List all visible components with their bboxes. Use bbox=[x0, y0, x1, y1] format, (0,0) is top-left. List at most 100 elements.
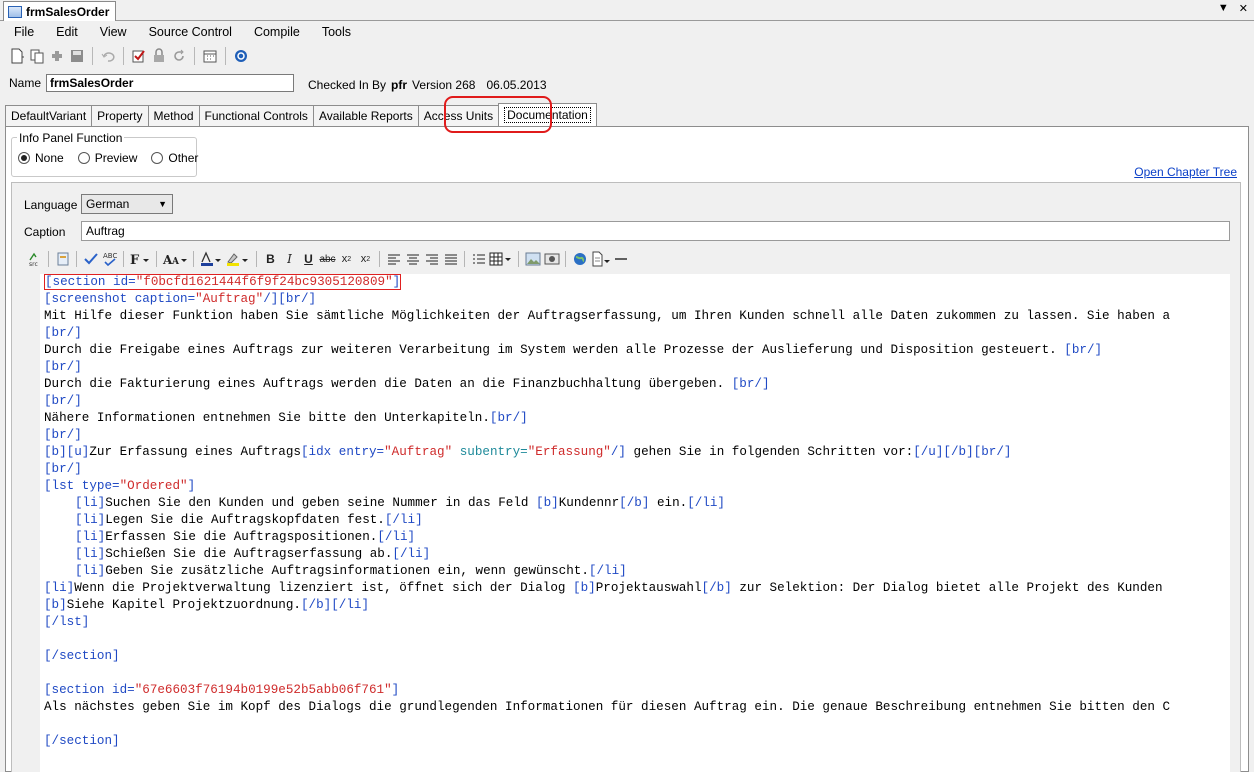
align-right-icon[interactable] bbox=[423, 250, 440, 268]
language-select[interactable]: German ▼ bbox=[81, 194, 173, 214]
insert-document-icon[interactable] bbox=[590, 250, 610, 268]
code-line: [br/] bbox=[44, 462, 82, 476]
code-line: Mit Hilfe dieser Funktion haben Sie sämt… bbox=[44, 309, 1171, 323]
language-label: Language bbox=[24, 198, 78, 212]
toolbar-separator bbox=[225, 47, 226, 65]
refresh-icon[interactable] bbox=[232, 47, 250, 65]
font-family-icon[interactable]: F bbox=[129, 250, 151, 268]
svg-text:F: F bbox=[130, 253, 140, 267]
strikethrough-icon[interactable]: abc bbox=[319, 250, 336, 268]
check-in-info: Checked In By pfr Version 268 06.05.2013 bbox=[308, 78, 547, 92]
code-line: [br/] bbox=[44, 360, 82, 374]
caption-label: Caption bbox=[24, 225, 66, 239]
code-line: [lst type="Ordered"] bbox=[44, 479, 196, 493]
checkin-date: 06.05.2013 bbox=[486, 78, 547, 92]
version-label: Version 268 bbox=[412, 78, 476, 92]
chevron-down-icon: ▼ bbox=[158, 199, 167, 209]
globe-icon[interactable] bbox=[571, 250, 588, 268]
new-document-icon[interactable] bbox=[8, 47, 26, 65]
lock-icon[interactable] bbox=[150, 47, 168, 65]
radio-preview[interactable]: Preview bbox=[77, 151, 137, 165]
code-line: [section id="67e6603f76194b0199e52b5abb0… bbox=[44, 683, 400, 697]
tab-property[interactable]: Property bbox=[91, 105, 149, 126]
code-line: [li]Wenn die Projektverwaltung lizenzier… bbox=[44, 581, 1163, 595]
code-line: [/lst] bbox=[44, 615, 90, 629]
bold-icon[interactable]: B bbox=[262, 250, 279, 268]
revert-icon[interactable] bbox=[170, 47, 188, 65]
radio-button-selected[interactable] bbox=[18, 152, 30, 164]
tab-dropdown-icon[interactable]: ▼ bbox=[1218, 2, 1229, 15]
code-line: [li]Geben Sie zusätzliche Auftragsinform… bbox=[75, 564, 627, 578]
close-icon[interactable]: ✕ bbox=[1239, 2, 1248, 15]
code-line: [br/] bbox=[44, 394, 82, 408]
tab-functional-controls[interactable]: Functional Controls bbox=[198, 105, 314, 126]
checked-in-user: pfr bbox=[391, 78, 408, 92]
check-in-icon[interactable] bbox=[130, 47, 148, 65]
code-line: [br/] bbox=[44, 326, 82, 340]
name-label: Name bbox=[9, 76, 42, 90]
calendar-icon[interactable] bbox=[201, 47, 219, 65]
code-line: [section id="f0bcfd1621444f6f9f24bc93051… bbox=[44, 274, 402, 291]
code-line: [b]Siehe Kapitel Projektzuordnung.[/b][/… bbox=[44, 598, 370, 612]
toolbar-separator bbox=[92, 47, 93, 65]
menu-edit[interactable]: Edit bbox=[44, 25, 88, 39]
tab-default-variant[interactable]: DefaultVariant bbox=[5, 105, 93, 126]
align-center-icon[interactable] bbox=[404, 250, 421, 268]
toolbar-separator bbox=[194, 47, 195, 65]
code-line: [li]Suchen Sie den Kunden und geben sein… bbox=[75, 496, 725, 510]
highlight-color-icon[interactable] bbox=[225, 250, 251, 268]
font-color-icon[interactable] bbox=[199, 250, 223, 268]
code-line: [li]Erfassen Sie die Auftragspositionen.… bbox=[75, 530, 416, 544]
menu-file[interactable]: File bbox=[0, 25, 44, 39]
undo-icon[interactable] bbox=[99, 47, 117, 65]
radio-other[interactable]: Other bbox=[151, 151, 198, 165]
code-line: Durch die Freigabe eines Auftrags zur we… bbox=[44, 343, 1103, 357]
screenshot-icon[interactable] bbox=[543, 250, 560, 268]
menu-bar: File Edit View Source Control Compile To… bbox=[0, 21, 1254, 42]
tab-method[interactable]: Method bbox=[147, 105, 200, 126]
checked-in-by-label: Checked In By bbox=[308, 78, 387, 92]
table-icon[interactable] bbox=[489, 250, 513, 268]
source-code-icon[interactable]: src bbox=[26, 250, 43, 268]
image-icon[interactable] bbox=[524, 250, 541, 268]
menu-compile[interactable]: Compile bbox=[242, 25, 310, 39]
menu-source-control[interactable]: Source Control bbox=[137, 25, 242, 39]
italic-icon[interactable]: I bbox=[281, 250, 298, 268]
code-line: [b][u]Zur Erfassung eines Auftrags[idx e… bbox=[44, 445, 1012, 459]
code-line: [/section] bbox=[44, 734, 120, 748]
info-panel-options: None Preview Other bbox=[18, 151, 198, 165]
menu-view[interactable]: View bbox=[88, 25, 137, 39]
align-justify-icon[interactable] bbox=[442, 250, 459, 268]
documentation-source-editor[interactable]: [section id="f0bcfd1621444f6f9f24bc93051… bbox=[40, 274, 1230, 772]
template-icon[interactable] bbox=[54, 250, 71, 268]
radio-button[interactable] bbox=[77, 152, 90, 164]
caption-input[interactable]: Auftrag bbox=[81, 221, 1230, 241]
save-icon[interactable] bbox=[68, 47, 86, 65]
code-line: [br/] bbox=[44, 428, 82, 442]
info-panel-legend: Info Panel Function bbox=[17, 131, 125, 145]
copy-icon[interactable] bbox=[28, 47, 46, 65]
check-icon[interactable] bbox=[82, 250, 99, 268]
tab-available-reports[interactable]: Available Reports bbox=[312, 105, 419, 126]
align-left-icon[interactable] bbox=[385, 250, 402, 268]
list-icon[interactable] bbox=[470, 250, 487, 268]
radio-button[interactable] bbox=[151, 152, 164, 164]
highlight-annotation bbox=[444, 96, 552, 133]
superscript-icon[interactable]: x2 bbox=[357, 250, 374, 268]
menu-tools[interactable]: Tools bbox=[310, 25, 361, 39]
name-input[interactable]: frmSalesOrder bbox=[46, 74, 294, 92]
spellcheck-icon[interactable]: ABC bbox=[101, 250, 118, 268]
plugin-icon[interactable] bbox=[48, 47, 66, 65]
horizontal-rule-icon[interactable] bbox=[612, 250, 629, 268]
underline-icon[interactable]: U bbox=[300, 250, 317, 268]
form-icon bbox=[8, 5, 22, 18]
font-size-icon[interactable]: AA bbox=[162, 250, 188, 268]
open-chapter-tree-link[interactable]: Open Chapter Tree bbox=[1134, 165, 1237, 179]
code-line: [screenshot caption="Auftrag"/][br/] bbox=[44, 292, 317, 306]
main-toolbar bbox=[8, 44, 250, 68]
document-tab[interactable]: frmSalesOrder bbox=[3, 1, 117, 21]
code-line: [li]Schießen Sie die Auftragserfassung a… bbox=[75, 547, 431, 561]
subscript-icon[interactable]: x2 bbox=[338, 250, 355, 268]
toolbar-separator bbox=[123, 47, 124, 65]
radio-none[interactable]: None bbox=[18, 151, 64, 165]
